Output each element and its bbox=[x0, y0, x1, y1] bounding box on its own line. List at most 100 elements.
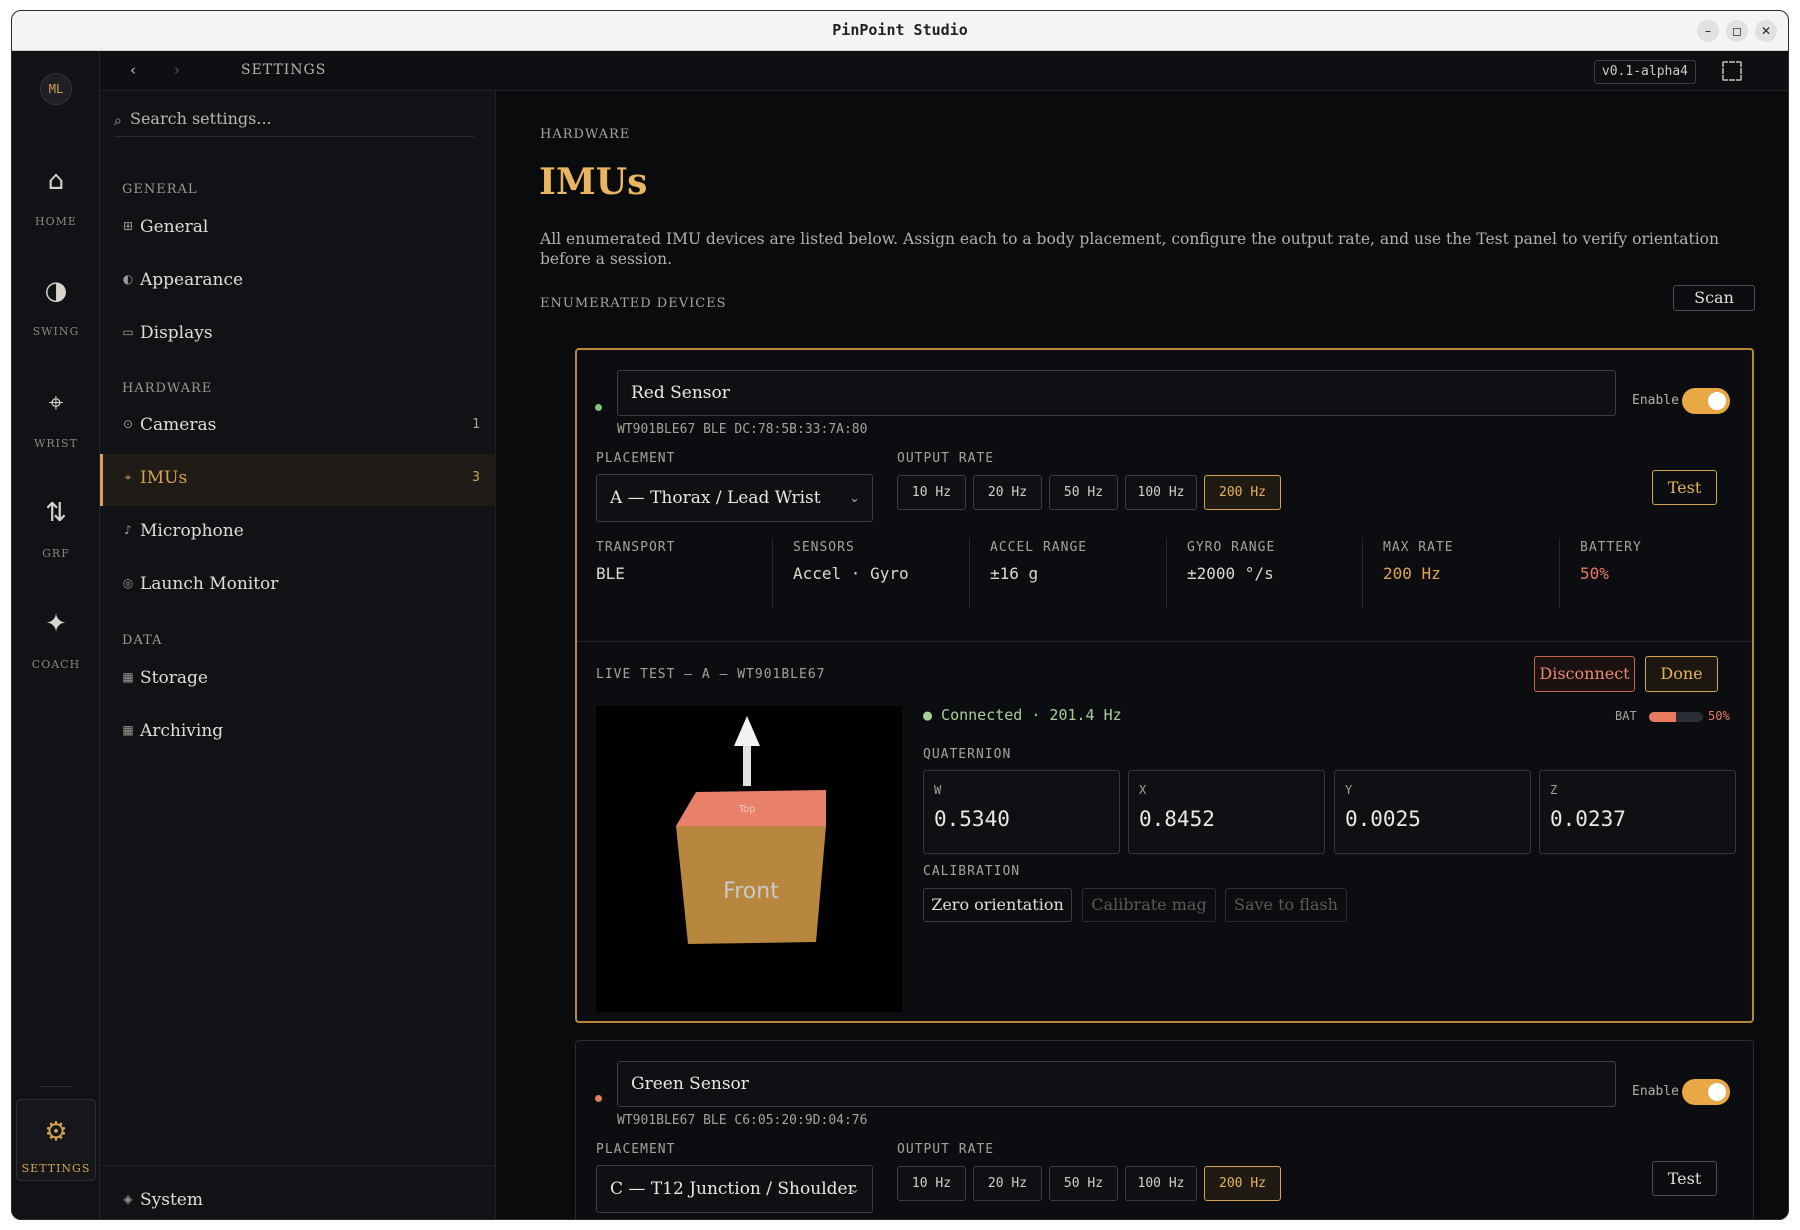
sidebar-item-label: System bbox=[140, 1190, 203, 1210]
quaternion-label: QUATERNION bbox=[923, 747, 1012, 762]
rail-label-swing: SWING bbox=[32, 325, 80, 338]
output-rate-label: OUTPUT RATE bbox=[897, 1142, 995, 1157]
section-title-general: GENERAL bbox=[122, 182, 198, 197]
device-meta: WT901BLE67 BLE DC:78:5B:33:7A:80 bbox=[617, 422, 868, 437]
device-meta: WT901BLE67 BLE C6:05:20:9D:04:76 bbox=[617, 1113, 868, 1128]
zero-orientation-button[interactable]: Zero orientation bbox=[923, 888, 1072, 922]
minimize-button[interactable]: – bbox=[1697, 20, 1719, 42]
quat-value: 0.0025 bbox=[1345, 807, 1421, 831]
sidebar-item-label: Displays bbox=[140, 323, 213, 343]
placement-select[interactable]: A — Thorax / Lead Wrist ⌄ bbox=[596, 474, 873, 522]
rate-option-200[interactable]: 200 Hz bbox=[1204, 475, 1281, 510]
avatar[interactable]: ML bbox=[40, 73, 72, 105]
toggle-knob bbox=[1708, 1083, 1726, 1101]
device-name-input[interactable]: Red Sensor bbox=[617, 370, 1616, 416]
sidebar-item-label: IMUs bbox=[140, 468, 188, 488]
enable-toggle[interactable] bbox=[1682, 388, 1730, 414]
device-name: Green Sensor bbox=[631, 1074, 749, 1094]
stat-value: Accel · Gyro bbox=[793, 564, 909, 583]
sidebar-item-general[interactable]: ⊞ General bbox=[100, 203, 496, 255]
battery-bar bbox=[1649, 712, 1703, 722]
rate-option-10[interactable]: 10 Hz bbox=[897, 1166, 966, 1201]
rate-option-100[interactable]: 100 Hz bbox=[1125, 1166, 1197, 1201]
device-card-red: Red Sensor WT901BLE67 BLE DC:78:5B:33:7A… bbox=[575, 348, 1754, 1023]
rate-option-50[interactable]: 50 Hz bbox=[1049, 1166, 1118, 1201]
home-icon: ⌂ bbox=[47, 166, 65, 196]
arrows-updown-icon: ⇅ bbox=[45, 498, 67, 528]
rail-label-coach: COACH bbox=[31, 658, 81, 671]
sidebar-item-displays[interactable]: ▭ Displays bbox=[100, 309, 496, 361]
device-name-input[interactable]: Green Sensor bbox=[617, 1061, 1616, 1107]
rail-item-coach[interactable]: ✦ COACH bbox=[12, 602, 100, 692]
rail-item-swing[interactable]: ◑ SWING bbox=[12, 269, 100, 359]
breadcrumb: SETTINGS bbox=[241, 62, 327, 78]
sidebar-item-label: Appearance bbox=[140, 270, 244, 290]
up-arrow-shaft bbox=[743, 744, 751, 786]
placement-select[interactable]: C — T12 Junction / Shoulder ⌄ bbox=[596, 1165, 873, 1213]
rate-option-200[interactable]: 200 Hz bbox=[1204, 1166, 1281, 1201]
rail-item-wrist[interactable]: ⌖ WRIST bbox=[12, 381, 100, 471]
sidebar-item-system[interactable]: ◈ System bbox=[100, 1176, 496, 1219]
close-button[interactable]: ✕ bbox=[1755, 20, 1777, 42]
stat-divider bbox=[969, 538, 970, 608]
stat-value: 50% bbox=[1580, 564, 1609, 583]
rail-label-settings: SETTINGS bbox=[21, 1162, 91, 1175]
device-card-green: Green Sensor WT901BLE67 BLE C6:05:20:9D:… bbox=[575, 1040, 1754, 1219]
sidebar-item-launch-monitor[interactable]: ◎ Launch Monitor bbox=[100, 560, 496, 612]
rate-option-50[interactable]: 50 Hz bbox=[1049, 475, 1118, 510]
rate-option-10[interactable]: 10 Hz bbox=[897, 475, 966, 510]
app-rail: ML ⌂ HOME ◑ SWING ⌖ WRIST ⇅ GRF ✦ COACH … bbox=[12, 51, 100, 1219]
cube-top-label: Top bbox=[738, 804, 756, 815]
search-input[interactable]: ⌕ Search settings... bbox=[114, 101, 474, 137]
stat-value: 200 Hz bbox=[1383, 564, 1441, 583]
enable-label: Enable bbox=[1632, 1084, 1679, 1099]
rail-item-home[interactable]: ⌂ HOME bbox=[12, 159, 100, 249]
stat-key: ACCEL RANGE bbox=[990, 540, 1088, 555]
quaternion-y: Y 0.0025 bbox=[1334, 770, 1531, 854]
count-badge: 1 bbox=[472, 417, 480, 432]
quat-key: W bbox=[934, 783, 942, 797]
crosshair-icon: ⌖ bbox=[48, 388, 64, 418]
rail-item-grf[interactable]: ⇅ GRF bbox=[12, 491, 100, 581]
disconnect-button[interactable]: Disconnect bbox=[1534, 656, 1635, 692]
search-icon: ⌕ bbox=[114, 113, 122, 129]
back-button[interactable]: ‹ bbox=[130, 61, 136, 79]
stat-divider bbox=[1559, 538, 1560, 608]
target-icon: ◎ bbox=[122, 576, 134, 590]
quaternion-w: W 0.5340 bbox=[923, 770, 1120, 854]
sidebar-item-label: Microphone bbox=[140, 521, 244, 541]
sidebar-item-cameras[interactable]: ⊙ Cameras 1 bbox=[100, 401, 496, 453]
sidebar-item-archiving[interactable]: ▦ Archiving bbox=[100, 707, 496, 759]
title-bar: PinPoint Studio – ◻ ✕ bbox=[12, 11, 1788, 51]
forward-button[interactable]: › bbox=[174, 61, 180, 79]
sidebar-item-label: Storage bbox=[140, 668, 208, 688]
status-dot bbox=[595, 404, 602, 411]
test-button[interactable]: Test bbox=[1652, 1161, 1717, 1196]
done-button[interactable]: Done bbox=[1645, 656, 1718, 692]
rate-option-20[interactable]: 20 Hz bbox=[973, 1166, 1042, 1201]
rail-item-settings[interactable]: ⚙ SETTINGS bbox=[16, 1099, 96, 1181]
sidebar-item-imus[interactable]: ⌖ IMUs 3 bbox=[100, 454, 496, 506]
save-to-flash-button[interactable]: Save to flash bbox=[1225, 888, 1347, 922]
search-placeholder: Search settings... bbox=[130, 109, 272, 128]
maximize-button[interactable]: ◻ bbox=[1726, 20, 1748, 42]
diamond-icon: ◈ bbox=[123, 1192, 133, 1206]
orientation-viewport[interactable]: Top Front bbox=[596, 706, 902, 1012]
sidebar-item-appearance[interactable]: ◐ Appearance bbox=[100, 256, 496, 308]
calibrate-mag-button[interactable]: Calibrate mag bbox=[1082, 888, 1216, 922]
test-button[interactable]: Test bbox=[1652, 470, 1717, 505]
sidebar-item-storage[interactable]: ▦ Storage bbox=[100, 654, 496, 706]
sidebar-item-microphone[interactable]: ♪ Microphone bbox=[100, 507, 496, 559]
swing-icon: ◑ bbox=[44, 276, 68, 306]
scan-button[interactable]: Scan bbox=[1673, 285, 1755, 311]
live-test-header: LIVE TEST — A — WT901BLE67 bbox=[596, 667, 826, 682]
fullscreen-icon[interactable] bbox=[1722, 61, 1742, 81]
quat-key: X bbox=[1139, 783, 1147, 797]
rate-option-100[interactable]: 100 Hz bbox=[1125, 475, 1197, 510]
rate-option-20[interactable]: 20 Hz bbox=[973, 475, 1042, 510]
stat-divider bbox=[772, 538, 773, 608]
section-eyebrow: HARDWARE bbox=[540, 127, 631, 142]
window-title: PinPoint Studio bbox=[832, 21, 968, 39]
sidebar-item-label: General bbox=[140, 217, 209, 237]
enable-toggle[interactable] bbox=[1682, 1079, 1730, 1105]
